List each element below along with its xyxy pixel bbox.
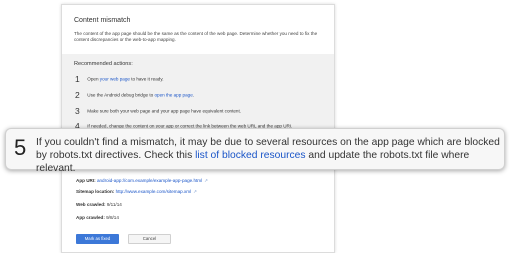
app-uri-link[interactable]: android-app://com.example/example-app-pa… [97,178,202,183]
sitemap-row: Sitemap location: http://www.example.com… [76,189,197,195]
app-crawled-value: 9/8/14 [106,215,119,220]
web-crawled-label: Web crawled: [76,202,106,207]
cancel-button[interactable]: Cancel [128,234,171,244]
step-text: Open [87,76,100,82]
web-crawled-row: Web crawled: 9/11/14 [76,202,122,207]
external-link-icon[interactable]: ↗ [204,178,208,183]
app-crawled-label: App crawled: [76,215,105,220]
step-text: . [192,92,195,98]
card-description: The content of the app page should be th… [74,31,318,43]
your-web-page-link[interactable]: your web page [100,77,130,82]
action-step-3: 3 Make sure both your web page and your … [75,106,241,116]
app-uri-row: App URI: android-app://com.example/examp… [76,178,208,184]
app-uri-label: App URI: [76,178,96,183]
step-text: Make sure both your web page and your ap… [87,108,242,114]
card-title: Content mismatch [74,17,131,24]
step-number: 2 [75,90,80,100]
actions-title: Recommended actions: [74,61,133,67]
app-crawled-row: App crawled: 9/8/14 [76,215,119,220]
recommended-actions-panel: Recommended actions: 1 Open your web pag… [62,54,334,134]
step-number: 1 [75,74,80,84]
external-link-icon[interactable]: ↗ [193,189,197,194]
step-text: Use the Android debug bridge to [87,92,155,98]
sitemap-label: Sitemap location: [76,189,115,194]
action-step-2: 2 Use the Android debug bridge to open t… [75,90,194,100]
mark-as-fixed-button[interactable]: Mark as fixed [76,234,119,244]
step-text: to have it ready. [129,76,164,82]
open-app-page-link[interactable]: open the app page [154,93,192,98]
web-crawled-value: 9/11/14 [106,202,122,207]
callout-text: If you couldn't find a mismatch, it may … [36,136,502,175]
step-number: 3 [75,106,80,116]
blocked-resources-link[interactable]: list of blocked resources [195,150,305,161]
step-5-callout: 5 If you couldn't find a mismatch, it ma… [5,128,505,174]
action-step-1: 1 Open your web page to have it ready. [75,74,164,84]
callout-step-number: 5 [14,135,27,160]
sitemap-link[interactable]: http://www.example.com/sitemap.xml [116,189,192,194]
